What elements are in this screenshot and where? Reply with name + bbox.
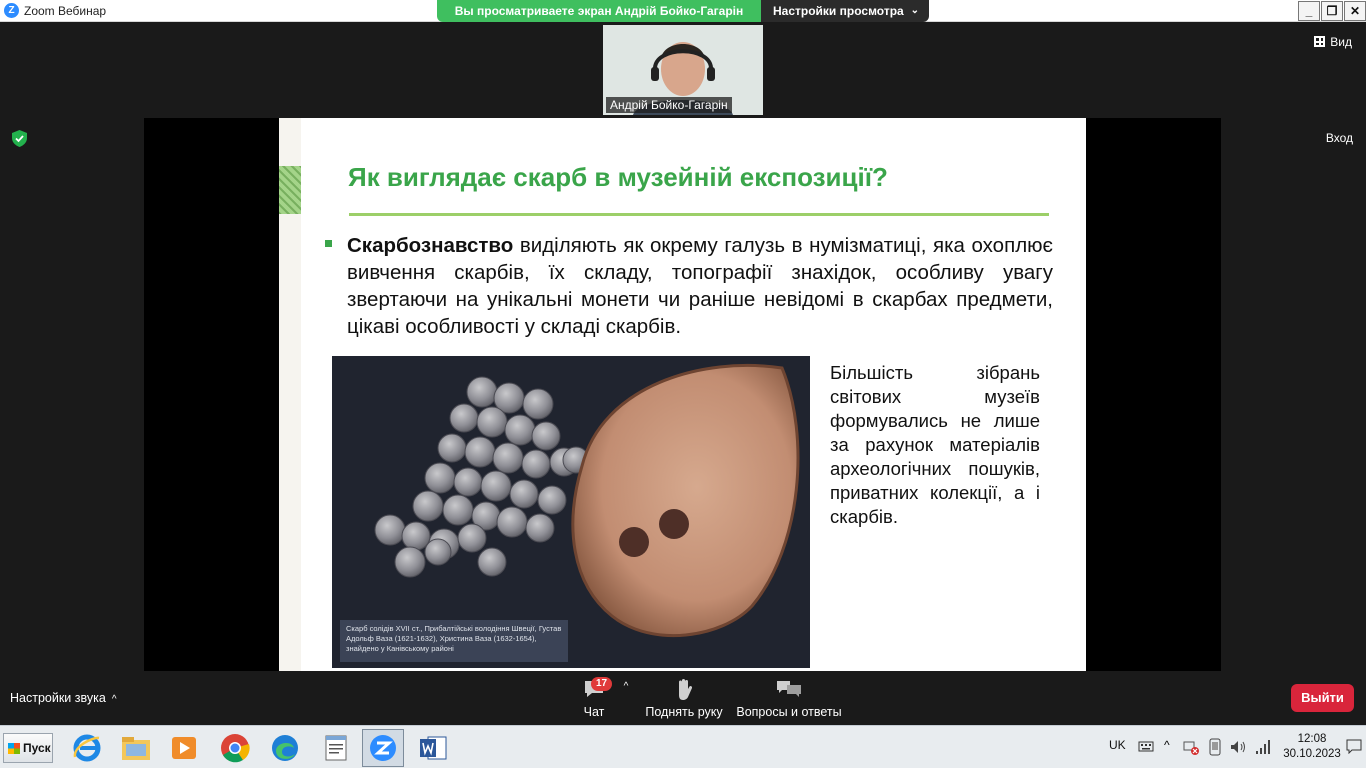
photo-caption: Скарб солідів XVII ст., Прибалтійські во… bbox=[340, 620, 568, 662]
slide-title: Як виглядає скарб в музейній експозиції? bbox=[348, 162, 888, 192]
zoom-taskbar-icon[interactable] bbox=[362, 729, 404, 767]
bullet-bold-term: Скарбознавство bbox=[347, 234, 514, 257]
windows-flag-icon bbox=[8, 743, 20, 754]
internet-explorer-icon[interactable] bbox=[66, 729, 108, 767]
enter-button[interactable]: Вход bbox=[1326, 131, 1353, 145]
view-button[interactable]: Вид bbox=[1314, 35, 1352, 49]
exit-button[interactable]: Выйти bbox=[1291, 684, 1354, 712]
raise-hand-button[interactable]: Поднять руку bbox=[644, 677, 724, 719]
bullet-marker bbox=[325, 240, 332, 247]
clock-time: 12:08 bbox=[1297, 733, 1327, 745]
zoom-app-icon: Z bbox=[4, 3, 19, 18]
system-clock[interactable]: 12:08 30.10.2023 bbox=[1283, 732, 1341, 762]
bullet-paragraph: Скарбознавство виділяють як окрему галуз… bbox=[347, 232, 1053, 340]
participant-name: Андрій Бойко-Гагарін bbox=[606, 97, 732, 113]
hand-icon bbox=[644, 677, 724, 701]
presentation-slide: Як виглядає скарб в музейній експозиції?… bbox=[279, 118, 1086, 671]
grid-view-icon bbox=[1314, 36, 1326, 47]
qa-button[interactable]: Вопросы и ответы bbox=[735, 677, 843, 719]
window-title: Zoom Вебинар bbox=[24, 4, 107, 18]
network-error-icon[interactable] bbox=[1182, 738, 1200, 756]
chat-unread-badge: 17 bbox=[591, 677, 613, 691]
slide-side-text: Більшість зібрань світових музеїв формув… bbox=[830, 362, 1040, 527]
qa-icon bbox=[735, 677, 843, 701]
edge-icon[interactable] bbox=[264, 729, 306, 767]
view-label: Вид bbox=[1330, 35, 1352, 49]
show-hidden-icons-icon[interactable]: ^ bbox=[1164, 738, 1170, 752]
viewing-screen-label: Вы просматриваете экран Андрій Бойко-Гаг… bbox=[437, 0, 761, 22]
chevron-up-icon: ^ bbox=[111, 694, 117, 705]
slide-decoration bbox=[279, 166, 301, 214]
signal-icon[interactable] bbox=[1254, 738, 1272, 756]
clock-date: 30.10.2023 bbox=[1283, 748, 1341, 760]
chrome-icon[interactable] bbox=[214, 729, 256, 767]
screen-share-bar: Вы просматриваете экран Андрій Бойко-Гаг… bbox=[437, 0, 929, 22]
chat-label: Чат bbox=[583, 705, 605, 719]
hoard-photo: Скарб солідів XVII ст., Прибалтійські во… bbox=[332, 356, 810, 668]
windows-taskbar: Пуск UK ^ 12:08 30.10.2023 bbox=[0, 725, 1366, 768]
minimize-button[interactable]: _ bbox=[1298, 1, 1320, 21]
slide-title-divider bbox=[349, 213, 1049, 216]
audio-settings-button[interactable]: Настройки звука ^ bbox=[10, 691, 117, 705]
start-label: Пуск bbox=[23, 741, 51, 755]
start-button[interactable]: Пуск bbox=[3, 733, 53, 763]
participant-video[interactable]: Андрій Бойко-Гагарін bbox=[603, 25, 763, 115]
raise-hand-label: Поднять руку bbox=[645, 705, 723, 719]
language-indicator[interactable]: UK bbox=[1109, 738, 1126, 752]
chevron-down-icon: ⌄ bbox=[910, 5, 919, 16]
qa-label: Вопросы и ответы bbox=[736, 705, 842, 719]
restore-button[interactable]: ❐ bbox=[1321, 1, 1343, 21]
notifications-icon[interactable] bbox=[1346, 738, 1362, 754]
chat-button[interactable]: 17 Чат bbox=[575, 677, 613, 719]
notepad-icon[interactable] bbox=[315, 729, 357, 767]
close-button[interactable]: ✕ bbox=[1344, 1, 1366, 21]
volume-icon[interactable] bbox=[1229, 738, 1247, 756]
chat-options-chevron-icon[interactable]: ^ bbox=[620, 681, 632, 692]
media-player-icon[interactable] bbox=[163, 729, 205, 767]
keyboard-icon[interactable] bbox=[1138, 738, 1154, 754]
view-settings-button[interactable]: Настройки просмотра ⌄ bbox=[761, 0, 929, 22]
file-explorer-icon[interactable] bbox=[115, 729, 157, 767]
slide-bullet: Скарбознавство виділяють як окрему галуз… bbox=[325, 232, 1053, 340]
meeting-controls: Настройки звука ^ 17 Чат ^ Поднять руку В… bbox=[0, 673, 1366, 725]
audio-settings-label: Настройки звука bbox=[10, 691, 106, 705]
security-shield-icon[interactable] bbox=[12, 130, 27, 147]
view-settings-label: Настройки просмотра bbox=[773, 4, 904, 18]
word-icon[interactable] bbox=[412, 729, 454, 767]
device-icon[interactable] bbox=[1207, 738, 1223, 756]
window-controls: _ ❐ ✕ bbox=[1297, 0, 1366, 22]
